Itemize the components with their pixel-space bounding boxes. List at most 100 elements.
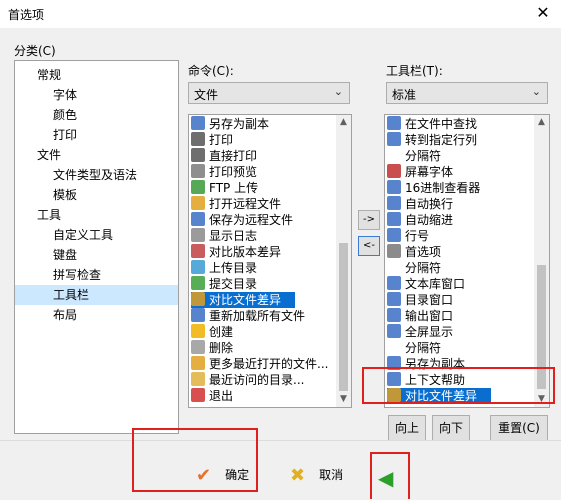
commands-item-label: 删除 — [209, 341, 234, 355]
find-in-files-icon — [387, 116, 401, 130]
word-wrap-icon — [387, 196, 401, 210]
toolbar-list-item[interactable]: 自动缩进 — [387, 212, 453, 228]
commands-item-label: 最近访问的目录... — [209, 373, 305, 387]
category-item[interactable]: 文件 — [15, 145, 178, 165]
commands-item-label: 保存为远程文件 — [209, 213, 294, 227]
dialog-footer — [0, 440, 561, 500]
toolbar-item-label: 行号 — [405, 229, 430, 243]
toolbar-dropdown[interactable]: 标准 ⌄ — [386, 82, 548, 104]
commands-list-item[interactable]: FTP 上传 — [191, 180, 258, 196]
commands-list[interactable]: 退出 最近访问的目录... 更多最近打开的文件... 删除 创建 重新加载所有文件 对比文件… — [188, 114, 352, 408]
commands-label: 命令(C): — [188, 64, 234, 78]
category-item[interactable]: 键盘 — [15, 245, 178, 265]
cancel-button[interactable]: ✖ 取消 — [290, 460, 343, 490]
arrow-left-icon: ◀ — [378, 466, 394, 490]
toolbar-list-item[interactable]: 自动换行 — [387, 196, 453, 212]
category-label: 分类(C) — [14, 44, 56, 58]
toolbar-list-item[interactable]: 16进制查看器 — [387, 180, 480, 196]
toolbar-list-item[interactable]: 分隔符 — [387, 148, 441, 164]
commands-list-item[interactable]: 另存为副本 — [191, 116, 269, 132]
commands-item-label: 上传目录 — [209, 261, 258, 275]
toolbar-item-label: 分隔符 — [405, 261, 442, 275]
log-icon — [191, 228, 205, 242]
commands-list-item[interactable]: 更多最近打开的文件... — [191, 356, 328, 372]
commands-list-item[interactable]: 显示日志 — [191, 228, 257, 244]
commands-list-item[interactable]: 直接打印 — [191, 148, 257, 164]
toolbar-list-item[interactable]: 目录窗口 — [387, 292, 453, 308]
commands-item-label: 打开远程文件 — [209, 197, 282, 211]
auto-indent-icon — [387, 212, 401, 226]
commands-list-item[interactable]: 创建 — [191, 324, 233, 340]
cancel-label: 取消 — [319, 468, 344, 482]
commands-list-item[interactable]: 对比文件差异 — [191, 292, 296, 308]
toolbar-list-item[interactable]: 输出窗口 — [387, 308, 453, 324]
commands-list-item[interactable]: 最近访问的目录... — [191, 372, 304, 388]
save-remote-icon — [191, 212, 205, 226]
commands-item-label: FTP 上传 — [209, 181, 259, 195]
category-item[interactable]: 文件类型及语法 — [15, 165, 178, 185]
commands-list-item[interactable]: 退出 — [191, 388, 233, 404]
create-icon — [191, 324, 205, 338]
ok-button[interactable]: ✔ 确定 — [196, 460, 249, 490]
category-item[interactable]: 常规 — [15, 65, 178, 85]
commands-list-item[interactable]: 打开远程文件 — [191, 196, 281, 212]
print-preview-icon — [191, 164, 205, 178]
toolbar-item-label: 分隔符 — [405, 149, 442, 163]
scroll-up-icon[interactable]: ▲ — [336, 115, 351, 130]
toolbar-list-item[interactable]: 转到指定行列 — [387, 132, 477, 148]
category-item[interactable]: 自定义工具 — [15, 225, 178, 245]
print-direct-icon — [191, 148, 205, 162]
toolbar-list-item[interactable]: 文本库窗口 — [387, 276, 465, 292]
category-item[interactable]: 工具 — [15, 205, 178, 225]
window-title: 首选项 — [8, 8, 45, 22]
commands-list-item[interactable]: 打印预览 — [191, 164, 257, 180]
upload-dir-icon — [191, 260, 205, 274]
reset-button[interactable]: 重置(C) — [490, 415, 548, 441]
commands-list-item[interactable]: 对比版本差异 — [191, 244, 281, 260]
goto-line-icon — [387, 132, 401, 146]
commands-list-item[interactable]: 上传目录 — [191, 260, 257, 276]
toolbar-list[interactable]: 对比文件差异 上下文帮助 另存为副本 分隔符 全屏显示 输出窗口 目录窗口 文本库窗口 分隔符首… — [384, 114, 550, 408]
ok-label: 确定 — [225, 468, 250, 482]
open-remote-icon — [191, 196, 205, 210]
category-item[interactable]: 模板 — [15, 185, 178, 205]
toolbar-scrollbar[interactable]: ▲ ▼ — [534, 115, 549, 407]
commands-scrollbar[interactable]: ▲ ▼ — [336, 115, 351, 407]
toolbar-item-label: 转到指定行列 — [405, 133, 478, 147]
toolbar-list-item[interactable]: 在文件中查找 — [387, 116, 477, 132]
toolbar-list-item[interactable]: 全屏显示 — [387, 324, 453, 340]
toolbar-list-item[interactable]: 行号 — [387, 228, 429, 244]
category-item[interactable]: 打印 — [15, 125, 178, 145]
category-item[interactable]: 拼写检查 — [15, 265, 178, 285]
commands-list-item[interactable]: 提交目录 — [191, 276, 257, 292]
commands-list-item[interactable]: 打印 — [191, 132, 233, 148]
commands-item-label: 打印 — [209, 133, 234, 147]
highlight-box — [362, 367, 555, 404]
commands-dropdown[interactable]: 文件 ⌄ — [188, 82, 350, 104]
close-icon[interactable]: ✕ — [531, 2, 555, 24]
commands-item-label: 重新加载所有文件 — [209, 309, 306, 323]
recent-files-icon — [191, 356, 205, 370]
category-item[interactable]: 布局 — [15, 305, 178, 325]
scrollbar-thumb[interactable] — [339, 243, 348, 391]
category-item[interactable]: 颜色 — [15, 105, 178, 125]
scroll-up-icon[interactable]: ▲ — [534, 115, 549, 130]
toolbar-item-label: 分隔符 — [405, 341, 442, 355]
commands-list-item[interactable]: 保存为远程文件 — [191, 212, 293, 228]
commands-list-item[interactable]: 重新加载所有文件 — [191, 308, 305, 324]
toolbar-list-item[interactable]: 分隔符 — [387, 340, 441, 356]
toolbar-list-item[interactable]: 分隔符 — [387, 260, 441, 276]
move-up-button[interactable]: 向上 — [388, 415, 426, 441]
category-item[interactable]: 字体 — [15, 85, 178, 105]
toolbar-list-item[interactable]: 首选项 — [387, 244, 441, 260]
category-tree[interactable]: 常规 字体 颜色 打印 文件 文件类型及语法 模板 工具 自定义工具 键盘 拼写检查 工具栏 布局 — [14, 60, 179, 434]
add-to-toolbar-button[interactable]: -> — [358, 210, 380, 230]
commands-list-item[interactable]: 删除 — [191, 340, 233, 356]
scroll-down-icon[interactable]: ▼ — [336, 392, 351, 407]
remove-from-toolbar-button[interactable]: <- — [358, 236, 380, 256]
category-item[interactable]: 工具栏 — [15, 285, 178, 305]
toolbar-item-label: 自动缩进 — [405, 213, 454, 227]
toolbar-list-item[interactable]: 屏幕字体 — [387, 164, 453, 180]
title-bar: 首选项 ✕ — [0, 0, 561, 28]
move-down-button[interactable]: 向下 — [432, 415, 470, 441]
